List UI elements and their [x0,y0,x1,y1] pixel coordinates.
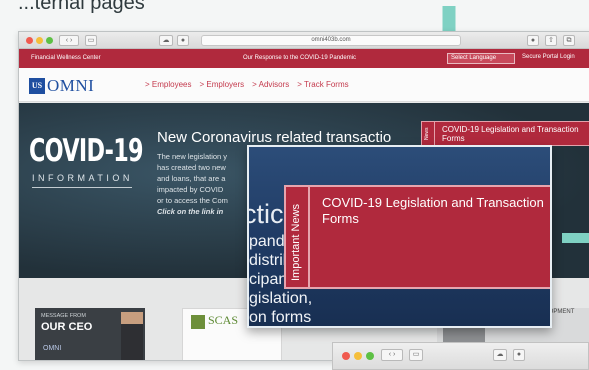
upload-icon[interactable]: ⇧ [545,35,557,46]
back-forward-icon[interactable]: ‹ › [381,349,403,361]
nav-links: > Employees > Employers > Advisors > Tra… [145,80,349,89]
important-news-card[interactable]: Important News COVID-19 Legislation and … [284,185,550,289]
scas-label: SCAS [208,313,239,327]
magnified-line: on forms [249,309,312,326]
page-heading-fragment: ...ternal pages [18,0,145,14]
important-news-label: Important News [290,203,302,281]
close-dot-icon[interactable] [26,37,33,44]
important-news-tag: Important News [286,187,310,287]
settings-icon[interactable]: ● [513,349,525,361]
back-forward-icon[interactable]: ‹ › [59,35,79,46]
ceo-message-card[interactable]: MESSAGE FROM OUR CEO OMNI [35,308,145,360]
covid-subtitle: INFORMATION [32,173,133,183]
hero-heading: New Coronavirus related transactio [157,129,392,146]
nav-advisors[interactable]: > Advisors [252,80,289,89]
secure-portal-login-link[interactable]: Secure Portal Login [522,53,588,64]
sidebar-icon[interactable]: ▭ [409,349,423,361]
stage: ...ternal pages ‹ › ▭ ☁ ● omni403b.com ●… [0,0,589,370]
second-browser-titlebar: ‹ › ▭ ☁ ● [332,342,589,370]
magnified-text: ctic [247,199,284,229]
share-icon[interactable]: ☁ [159,35,173,46]
arrow-right-icon [562,233,589,243]
important-news-title[interactable]: COVID-19 Legislation and Transaction For… [322,195,550,227]
minimize-dot-icon[interactable] [36,37,43,44]
wellness-center-link[interactable]: Financial Wellness Center [31,55,101,61]
zoom-dot-icon[interactable] [46,37,53,44]
covid-title: COVID-19 [29,133,144,169]
main-nav-bar: US OMNI > Employees > Employers > Adviso… [19,68,589,102]
ceo-omni-logo: OMNI [43,345,62,352]
browser-titlebar: ‹ › ▭ ☁ ● omni403b.com ● ⇧ ⧉ [19,32,589,49]
logo-text: OMNI [47,76,95,95]
settings-icon[interactable]: ● [177,35,189,46]
scas-logo-icon [191,315,205,329]
news-tag-label: News [424,127,430,140]
download-icon[interactable]: ● [527,35,539,46]
news-title[interactable]: COVID-19 Legislation and Transaction For… [442,125,589,143]
share-icon[interactable]: ☁ [493,349,507,361]
news-card[interactable]: News COVID-19 Legislation and Transactio… [421,121,589,146]
minimize-dot-icon[interactable] [354,352,362,360]
magnified-line: gislation, [249,290,313,307]
language-select[interactable]: Select Language [447,53,515,64]
nav-employers[interactable]: > Employers [199,80,244,89]
ceo-title: OUR CEO [41,321,93,333]
sidebar-icon[interactable]: ▭ [85,35,97,46]
nav-employees[interactable]: > Employees [145,80,191,89]
top-nav-bar: Financial Wellness Center Our Response t… [19,49,589,68]
logo-mark: US [29,78,45,94]
magnified-news-callout: ctic pand distrib cipants gislation, on … [247,145,552,328]
url-bar[interactable]: omni403b.com [201,35,461,46]
ceo-photo [121,312,143,360]
nav-track-forms[interactable]: > Track Forms [297,80,348,89]
omni-logo[interactable]: US OMNI [29,76,94,96]
news-tag: News [422,122,435,145]
close-dot-icon[interactable] [342,352,350,360]
zoom-dot-icon[interactable] [366,352,374,360]
ceo-msg-label: MESSAGE FROM [41,313,86,319]
covid-response-link[interactable]: Our Response to the COVID-19 Pandemic [243,55,356,61]
divider [32,187,132,188]
tabs-icon[interactable]: ⧉ [563,35,575,46]
